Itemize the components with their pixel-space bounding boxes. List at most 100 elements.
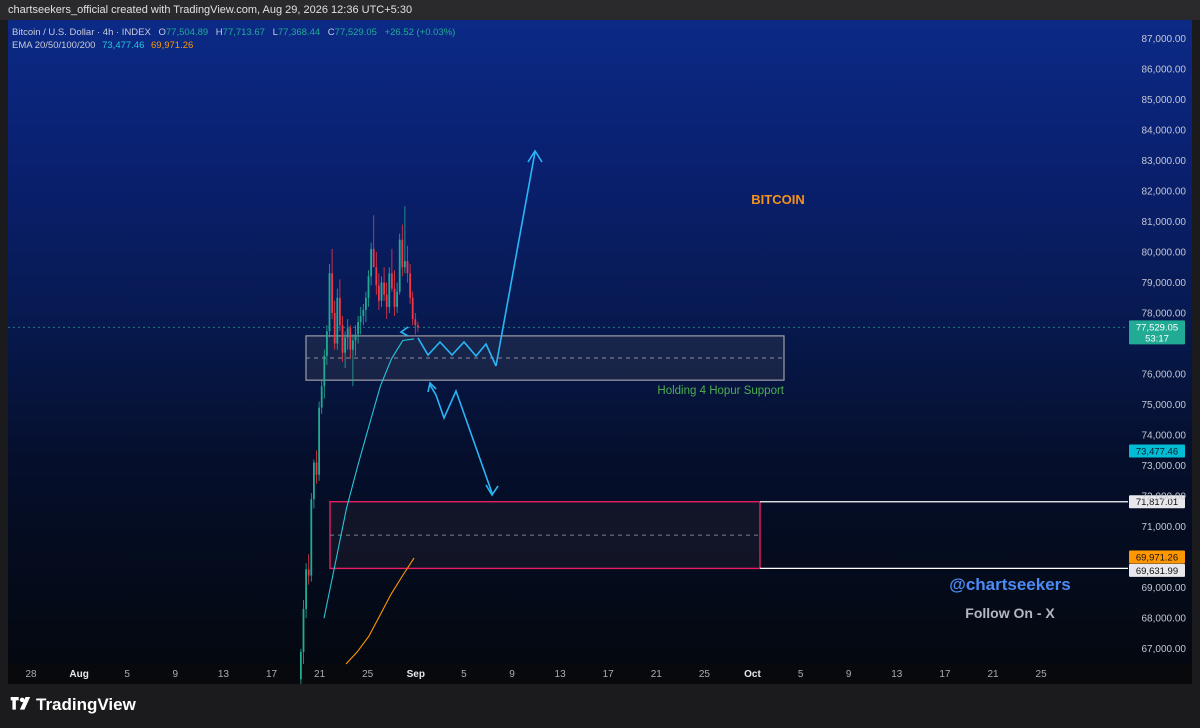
target-bottom-badge-text: 69,631.99: [1136, 566, 1178, 577]
ema-label: EMA 20/50/100/200: [12, 40, 96, 51]
symbol-name: Bitcoin / U.S. Dollar · 4h · INDEX: [12, 27, 151, 38]
time-tick-label: 25: [699, 669, 711, 680]
chart-area[interactable]: Holding 4 Hopur Support BITCOIN @chartseek…: [8, 20, 1192, 684]
candle-body: [380, 282, 383, 301]
support-zone-box: [305, 335, 785, 381]
price-tick-label: 68,000.00: [1142, 614, 1187, 625]
price-tick-label: 84,000.00: [1142, 125, 1187, 136]
time-tick-label: 28: [25, 669, 37, 680]
ema-1-badge-text: 73,477.46: [1136, 447, 1178, 458]
change-value: +26.52 (+0.03%): [384, 27, 456, 38]
time-tick-label: 21: [314, 669, 326, 680]
price-tick-label: 79,000.00: [1142, 278, 1187, 289]
candle-body: [391, 273, 393, 289]
ema-2-badge: 69,971.26: [1129, 550, 1185, 564]
target-bottom-badge: 69,631.99: [1129, 563, 1185, 577]
chart-title-annotation: BITCOIN: [751, 192, 804, 207]
price-tick-label: 81,000.00: [1142, 217, 1187, 228]
time-tick-label: 5: [124, 669, 130, 680]
price-tick-label: 74,000.00: [1142, 431, 1187, 442]
ema-1-value: 73,477.46: [102, 40, 145, 51]
price-tick-label: 75,000.00: [1142, 400, 1187, 411]
price-tick-label: 85,000.00: [1142, 95, 1187, 106]
bearish-arrow-line: [429, 384, 493, 494]
chart-svg: Holding 4 Hopur Support BITCOIN @chartseek…: [8, 34, 1187, 684]
ema-2-line: [345, 557, 415, 665]
candle-body: [375, 267, 378, 286]
candle-body: [318, 407, 320, 475]
time-tick-label: 17: [939, 669, 951, 680]
candle-body: [365, 297, 367, 310]
time-tick-label: 25: [1036, 669, 1048, 680]
price-tick-label: 78,000.00: [1142, 309, 1187, 320]
ema-1-badge: 73,477.46: [1129, 444, 1185, 458]
current-price-badge: 77,529.0553:17: [1129, 320, 1185, 345]
price-tick-label: 86,000.00: [1142, 64, 1187, 75]
bullish-arrow-line: [495, 151, 536, 367]
candle-body: [404, 261, 406, 268]
candle-body: [326, 331, 328, 356]
candle-body: [359, 316, 362, 323]
open-value: 77,504.89: [165, 27, 209, 38]
candle-body: [313, 462, 315, 500]
candle-body: [409, 273, 411, 298]
time-tick-label: 17: [603, 669, 615, 680]
candle-body: [352, 340, 354, 350]
price-tick-label: 69,000.00: [1142, 583, 1187, 594]
ema-2-badge-text: 69,971.26: [1136, 553, 1178, 564]
close-value: 77,529.05: [334, 27, 377, 38]
candle-body: [398, 239, 401, 292]
open-label: O: [158, 27, 166, 38]
candle-body: [310, 499, 313, 576]
candle-body: [323, 355, 326, 387]
candle-body: [302, 609, 305, 652]
candle-body: [341, 325, 344, 353]
candle-body: [331, 273, 333, 314]
candle-body: [300, 651, 302, 680]
candle-body: [349, 328, 352, 350]
candle-body: [333, 313, 336, 344]
header-bar: chartseekers_official created with Tradi…: [0, 0, 1200, 20]
candle-body: [362, 309, 365, 317]
ema-2-value: 69,971.26: [151, 40, 194, 51]
time-tick-label: 9: [846, 669, 852, 680]
follow-annotation: Follow On - X: [965, 605, 1055, 621]
candle-body: [315, 462, 318, 475]
ema-1-line: [323, 338, 415, 619]
candle-body: [305, 569, 307, 610]
candle-body: [328, 273, 331, 332]
candle-body: [414, 319, 417, 326]
time-tick-label: 5: [798, 669, 804, 680]
time-tick-label: 25: [362, 669, 374, 680]
current-price-badge-text: 77,529.05: [1136, 322, 1178, 333]
candle-body: [346, 328, 349, 338]
candle-body: [307, 569, 310, 576]
time-tick-label: Oct: [744, 669, 761, 680]
candle-body: [378, 285, 380, 301]
price-tick-label: 73,000.00: [1142, 461, 1187, 472]
tradingview-brand: TradingView: [36, 695, 136, 714]
time-tick-label: 5: [461, 669, 467, 680]
candle-body: [370, 248, 372, 277]
time-tick-label: 9: [509, 669, 515, 680]
candle-body: [339, 297, 341, 326]
time-tick-label: 13: [891, 669, 903, 680]
candle-body: [372, 248, 375, 268]
price-tick-label: 80,000.00: [1142, 247, 1187, 258]
price-tick-label: 83,000.00: [1142, 156, 1187, 167]
candle-body: [320, 386, 323, 408]
candle-body: [388, 273, 391, 307]
candle-body: [411, 297, 414, 320]
candle-body: [354, 334, 357, 341]
candle-body: [344, 337, 346, 353]
price-tick-label: 82,000.00: [1142, 186, 1187, 197]
candle-body: [401, 239, 404, 268]
candle-body: [393, 288, 396, 307]
price-tick-label: 76,000.00: [1142, 370, 1187, 381]
price-tick-label: 67,000.00: [1142, 644, 1187, 655]
current-price-badge-text: 53:17: [1145, 333, 1169, 344]
time-tick-label: 13: [218, 669, 230, 680]
candle-body: [385, 294, 388, 307]
time-tick-label: 13: [555, 669, 567, 680]
candle-body: [336, 297, 339, 344]
